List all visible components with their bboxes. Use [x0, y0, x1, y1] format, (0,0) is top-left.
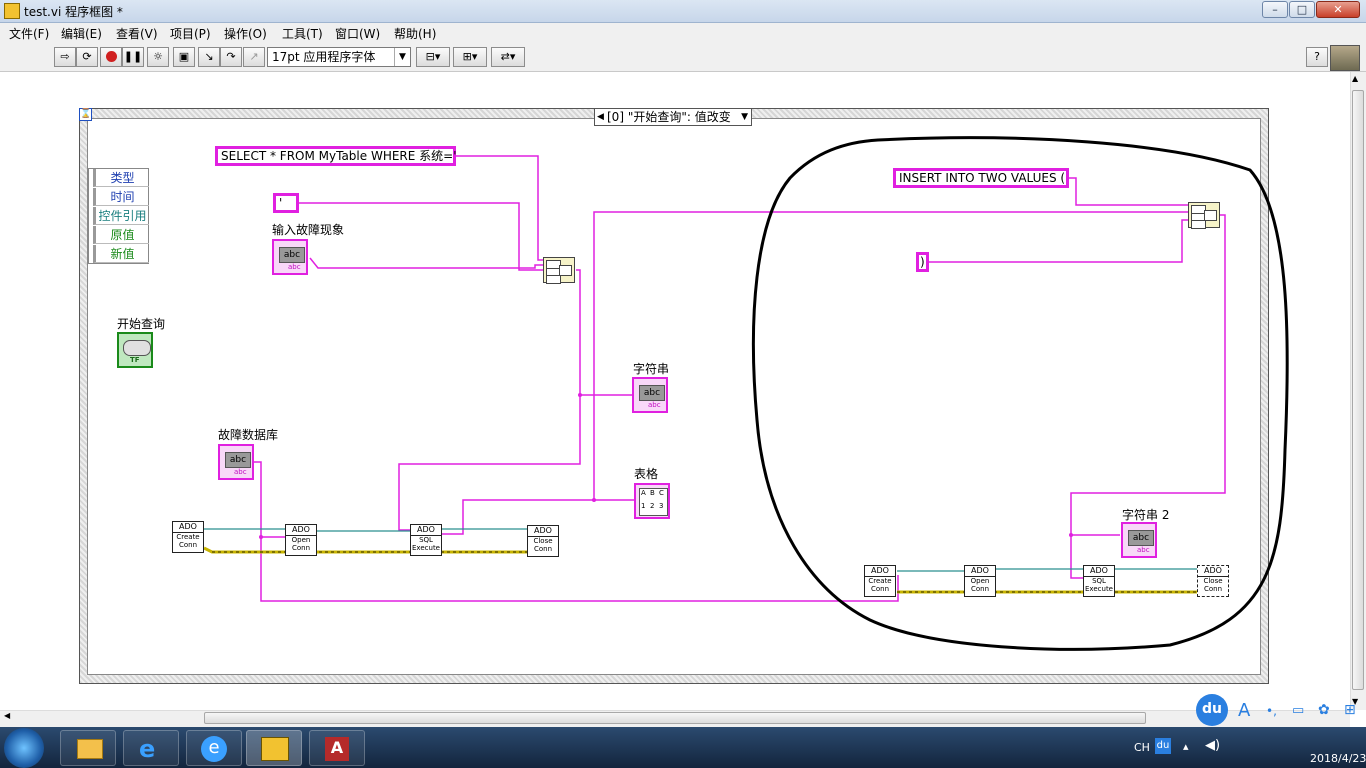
- ime-mode-icon[interactable]: A: [1238, 700, 1250, 721]
- wire-err-1: [203, 546, 286, 554]
- taskbar-access[interactable]: A: [309, 730, 365, 766]
- ime-menu-icon[interactable]: ⊞: [1344, 702, 1356, 718]
- close-paren-constant[interactable]: ): [916, 252, 929, 272]
- ado-sql-execute-vi[interactable]: ADO SQL Execute: [410, 524, 442, 556]
- quote-constant[interactable]: ': [273, 193, 299, 213]
- wire-input-fault: [309, 257, 543, 269]
- taskbar-ie[interactable]: e: [123, 730, 179, 766]
- ado-create-conn-vi[interactable]: ADO Create Conn: [172, 521, 204, 553]
- string-indicator-label: 字符串: [633, 362, 670, 376]
- concatenate-strings-node[interactable]: [543, 257, 575, 284]
- ado-create-conn-vi-2[interactable]: ADO Create Conn: [864, 565, 896, 597]
- wire-select-sql: [455, 155, 543, 261]
- string2-indicator-terminal[interactable]: abc abc: [1121, 522, 1157, 558]
- clock-date[interactable]: 2018/4/23: [1310, 752, 1366, 765]
- string-terminal-icon: abc: [279, 247, 305, 263]
- table-indicator-terminal[interactable]: A B C 1 2 3: [634, 483, 670, 519]
- ado-open-conn-vi-2[interactable]: ADO Open Conn: [964, 565, 996, 597]
- vertical-scroll-thumb[interactable]: [1352, 90, 1364, 690]
- input-fault-label: 输入故障现象: [272, 223, 345, 237]
- ie-icon: e: [139, 735, 156, 763]
- table-terminal-icon: A B C 1 2 3: [639, 488, 668, 516]
- scroll-up-icon[interactable]: ▲: [1352, 74, 1358, 83]
- start-query-terminal[interactable]: TF: [117, 332, 153, 368]
- string-terminal-icon: abc: [639, 385, 665, 401]
- start-query-label: 开始查询: [117, 317, 166, 331]
- select-sql-constant[interactable]: SELECT * FROM MyTable WHERE 系统=': [215, 146, 457, 166]
- ime-punct-icon[interactable]: •,: [1266, 704, 1277, 718]
- wire-close-paren: [927, 219, 1188, 263]
- labview-icon: [261, 737, 289, 761]
- string-indicator-terminal[interactable]: abc abc: [632, 377, 668, 413]
- folder-icon: [77, 739, 103, 759]
- browser-icon: e: [201, 736, 227, 762]
- tray-volume-icon[interactable]: ◀): [1205, 738, 1220, 753]
- tray-language[interactable]: CH: [1134, 741, 1150, 754]
- wires-layer: [203, 136, 1289, 651]
- input-fault-terminal[interactable]: abc abc: [272, 239, 308, 275]
- boolean-terminal-icon: [123, 340, 151, 356]
- fault-db-label: 故障数据库: [218, 428, 279, 442]
- taskbar-ie2[interactable]: e: [186, 730, 242, 766]
- insert-sql-constant[interactable]: INSERT INTO TWO VALUES (: [893, 168, 1069, 188]
- ado-open-conn-vi[interactable]: ADO Open Conn: [285, 524, 317, 556]
- string-terminal-icon: abc: [1128, 530, 1154, 546]
- ado-close-conn-vi-2[interactable]: ADO Close Conn: [1197, 565, 1229, 597]
- start-button-icon[interactable]: [4, 728, 44, 768]
- string-terminal-icon: abc: [225, 452, 251, 468]
- baidu-ime-icon[interactable]: du: [1196, 694, 1228, 726]
- wire-insert-sql: [1068, 177, 1188, 206]
- scroll-left-icon[interactable]: ◀: [4, 711, 10, 720]
- taskbar-explorer[interactable]: [60, 730, 116, 766]
- horizontal-scroll-thumb[interactable]: [204, 712, 1146, 724]
- table-indicator-label: 表格: [634, 467, 659, 481]
- ado-close-conn-vi[interactable]: ADO Close Conn: [527, 525, 559, 557]
- tray-ime-icon[interactable]: du: [1155, 738, 1171, 754]
- ime-keyboard-icon[interactable]: ▭: [1292, 703, 1304, 718]
- access-icon: A: [325, 737, 349, 761]
- tray-flag-icon[interactable]: ▴: [1183, 740, 1189, 753]
- ime-skin-icon[interactable]: ✿: [1318, 702, 1330, 718]
- string2-indicator-label: 字符串 2: [1122, 508, 1170, 522]
- taskbar-labview[interactable]: [246, 730, 302, 766]
- fault-db-terminal[interactable]: abc abc: [218, 444, 254, 480]
- concatenate-strings-node-2[interactable]: [1188, 202, 1220, 229]
- ado-sql-execute-vi-2[interactable]: ADO SQL Execute: [1083, 565, 1115, 597]
- wire-concat-out: [398, 269, 581, 531]
